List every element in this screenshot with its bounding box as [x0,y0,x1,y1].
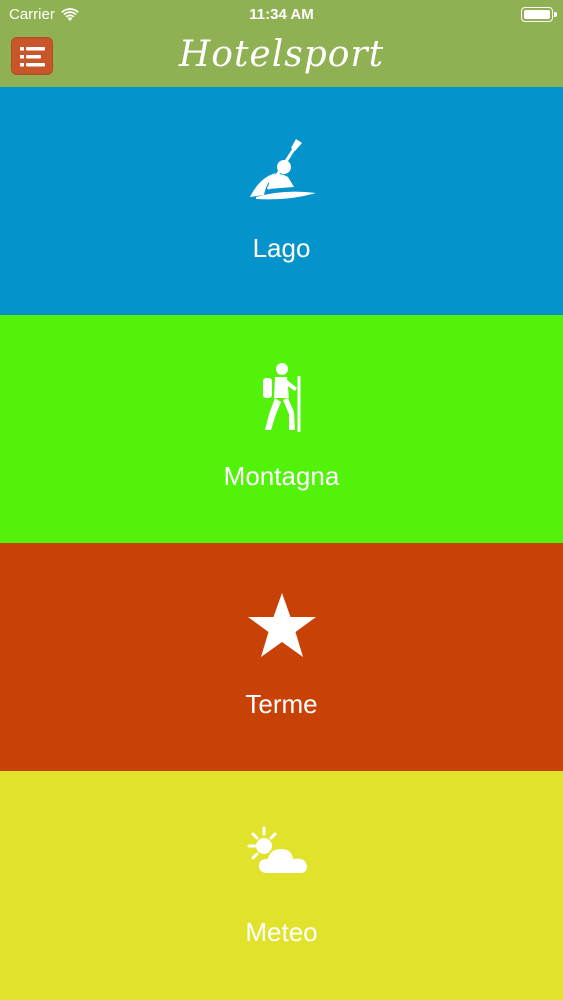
tile-montagna[interactable]: Montagna [0,315,563,543]
app-screen: Carrier 11:34 AM Hotelsport Lago Montagn… [0,0,563,1000]
battery-icon [521,7,557,22]
tile-label: Meteo [245,917,318,947]
hiker-icon [262,362,300,432]
tile-terme[interactable]: Terme [0,543,563,771]
tile-lago[interactable]: Lago [0,87,563,315]
app-title: Hotelsport [178,34,385,75]
tile-label: Montagna [223,461,340,491]
kayak-icon [249,138,316,199]
star-icon [247,592,316,657]
top-bar: Carrier 11:34 AM Hotelsport [0,0,563,87]
tile-label: Lago [252,233,311,263]
status-time: 11:34 AM [249,6,314,23]
tile-label: Terme [245,689,318,719]
status-bar: Carrier 11:34 AM [0,0,563,30]
partly-cloudy-icon [247,826,309,875]
tile-meteo[interactable]: Meteo [0,771,563,1000]
